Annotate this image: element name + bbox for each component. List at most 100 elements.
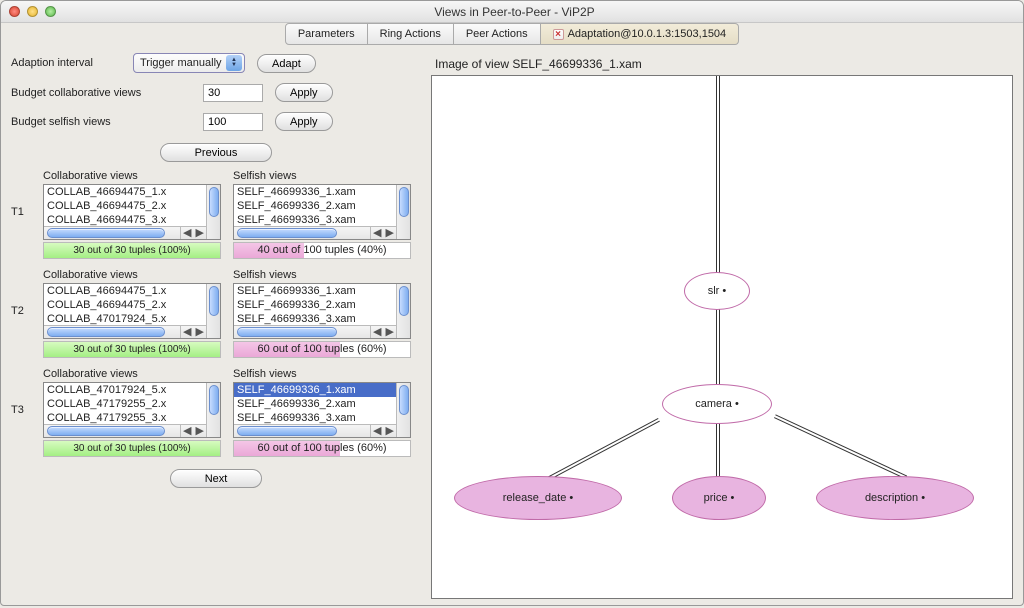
adaption-interval-select[interactable]: Trigger manually ▲▼ bbox=[133, 53, 245, 73]
left-panel: Adaption interval Trigger manually ▲▼ Ad… bbox=[11, 53, 421, 599]
list-item[interactable]: COLLAB_47017924_5.x bbox=[44, 383, 220, 397]
t1-self-list[interactable]: SELF_46699336_1.xam SELF_46699336_2.xam … bbox=[233, 184, 411, 240]
list-item[interactable]: COLLAB_47179255_3.x bbox=[44, 411, 220, 425]
node-label: slr • bbox=[708, 285, 727, 297]
t2-collab-status: 30 out of 30 tuples (100%) bbox=[43, 341, 221, 358]
list-item[interactable]: SELF_46699336_2.xam bbox=[234, 199, 410, 213]
list-item[interactable]: COLLAB_47017924_5.x bbox=[44, 312, 220, 326]
t2-group: T2 Collaborative views COLLAB_46694475_1… bbox=[11, 269, 421, 358]
right-panel: Image of view SELF_46699336_1.xam slr • … bbox=[431, 53, 1013, 599]
list-item[interactable]: COLLAB_46694475_3.x bbox=[44, 213, 220, 227]
adapt-button[interactable]: Adapt bbox=[257, 54, 316, 73]
t2-self-list[interactable]: SELF_46699336_1.xam SELF_46699336_2.xam … bbox=[233, 283, 411, 339]
node-label: description • bbox=[865, 492, 925, 504]
list-item[interactable]: SELF_46699336_3.xam bbox=[234, 411, 410, 425]
t3-self-list[interactable]: SELF_46699336_1.xam SELF_46699336_2.xam … bbox=[233, 382, 411, 438]
minimize-window-button[interactable] bbox=[27, 6, 38, 17]
budget-collab-input[interactable] bbox=[203, 84, 263, 102]
edge bbox=[545, 418, 660, 482]
vertical-scrollbar[interactable] bbox=[206, 383, 220, 437]
budget-self-label: Budget selfish views bbox=[11, 116, 191, 128]
list-item[interactable]: COLLAB_46694475_2.x bbox=[44, 298, 220, 312]
traffic-lights bbox=[9, 6, 56, 17]
node-price: price • bbox=[672, 476, 766, 520]
t3-collab-status: 30 out of 30 tuples (100%) bbox=[43, 440, 221, 457]
budget-collab-label: Budget collaborative views bbox=[11, 87, 191, 99]
list-item[interactable]: SELF_46699336_1.xam bbox=[234, 383, 410, 397]
node-label: release_date • bbox=[503, 492, 574, 504]
collab-header: Collaborative views bbox=[43, 170, 221, 182]
list-item[interactable]: COLLAB_46694475_1.x bbox=[44, 284, 220, 298]
adaption-label: Adaption interval bbox=[11, 57, 121, 69]
tab-label: Peer Actions bbox=[466, 28, 528, 40]
content-area: Adaption interval Trigger manually ▲▼ Ad… bbox=[1, 45, 1023, 601]
t2-collab-list[interactable]: COLLAB_46694475_1.x COLLAB_46694475_2.x … bbox=[43, 283, 221, 339]
t1-self-col: Selfish views SELF_46699336_1.xam SELF_4… bbox=[233, 170, 411, 259]
t3-group: T3 Collaborative views COLLAB_47017924_5… bbox=[11, 368, 421, 457]
edge bbox=[716, 308, 720, 388]
t3-self-col: Selfish views SELF_46699336_1.xam SELF_4… bbox=[233, 368, 411, 457]
close-window-button[interactable] bbox=[9, 6, 20, 17]
edge bbox=[716, 422, 720, 484]
node-label: price • bbox=[704, 492, 735, 504]
scroll-arrows[interactable]: ◀▶ bbox=[180, 226, 206, 239]
tab-bar: Parameters Ring Actions Peer Actions × A… bbox=[1, 23, 1023, 45]
tab-label: Parameters bbox=[298, 28, 355, 40]
window-title: Views in Peer-to-Peer - ViP2P bbox=[56, 5, 973, 19]
vertical-scrollbar[interactable] bbox=[396, 185, 410, 239]
scroll-arrows[interactable]: ◀▶ bbox=[370, 325, 396, 338]
t2-self-status: 60 out of 100 tuples (60%) bbox=[233, 341, 411, 358]
vertical-scrollbar[interactable] bbox=[206, 284, 220, 338]
tab-peer-actions[interactable]: Peer Actions bbox=[454, 23, 541, 45]
t3-collab-list[interactable]: COLLAB_47017924_5.x COLLAB_47179255_2.x … bbox=[43, 382, 221, 438]
tab-ring-actions[interactable]: Ring Actions bbox=[368, 23, 454, 45]
list-item[interactable]: SELF_46699336_1.xam bbox=[234, 284, 410, 298]
chevron-updown-icon: ▲▼ bbox=[226, 55, 242, 71]
tab-parameters[interactable]: Parameters bbox=[285, 23, 368, 45]
list-item[interactable]: SELF_46699336_2.xam bbox=[234, 298, 410, 312]
status-text: 40 out of 100 tuples (40%) bbox=[234, 243, 410, 258]
previous-row: Previous bbox=[11, 143, 421, 162]
previous-button[interactable]: Previous bbox=[160, 143, 273, 162]
list-item[interactable]: SELF_46699336_3.xam bbox=[234, 213, 410, 227]
edge bbox=[716, 76, 720, 274]
budget-collab-apply-button[interactable]: Apply bbox=[275, 83, 333, 102]
next-button[interactable]: Next bbox=[170, 469, 263, 488]
node-camera: camera • bbox=[662, 384, 772, 424]
view-diagram: slr • camera • release_date • price • de… bbox=[431, 75, 1013, 599]
tab-adaptation[interactable]: × Adaptation@10.0.1.3:1503,1504 bbox=[541, 23, 740, 45]
t1-self-status: 40 out of 100 tuples (40%) bbox=[233, 242, 411, 259]
list-item[interactable]: COLLAB_46694475_1.x bbox=[44, 185, 220, 199]
title-bar: Views in Peer-to-Peer - ViP2P bbox=[1, 1, 1023, 23]
t2-self-col: Selfish views SELF_46699336_1.xam SELF_4… bbox=[233, 269, 411, 358]
node-label: camera • bbox=[695, 398, 739, 410]
select-value: Trigger manually bbox=[140, 57, 222, 69]
t1-collab-list[interactable]: COLLAB_46694475_1.x COLLAB_46694475_2.x … bbox=[43, 184, 221, 240]
list-item[interactable]: SELF_46699336_2.xam bbox=[234, 397, 410, 411]
t1-group: T1 Collaborative views COLLAB_46694475_1… bbox=[11, 170, 421, 259]
vertical-scrollbar[interactable] bbox=[206, 185, 220, 239]
node-description: description • bbox=[816, 476, 974, 520]
self-header: Selfish views bbox=[233, 170, 411, 182]
budget-self-input[interactable] bbox=[203, 113, 263, 131]
scroll-arrows[interactable]: ◀▶ bbox=[180, 424, 206, 437]
t2-label: T2 bbox=[11, 269, 31, 317]
close-icon[interactable]: × bbox=[553, 29, 564, 40]
vertical-scrollbar[interactable] bbox=[396, 383, 410, 437]
list-item[interactable]: SELF_46699336_1.xam bbox=[234, 185, 410, 199]
collab-header: Collaborative views bbox=[43, 368, 221, 380]
list-item[interactable]: SELF_46699336_3.xam bbox=[234, 312, 410, 326]
list-item[interactable]: COLLAB_47179255_2.x bbox=[44, 397, 220, 411]
t3-label: T3 bbox=[11, 368, 31, 416]
vertical-scrollbar[interactable] bbox=[396, 284, 410, 338]
scroll-arrows[interactable]: ◀▶ bbox=[370, 424, 396, 437]
budget-self-row: Budget selfish views Apply bbox=[11, 112, 421, 131]
next-row: Next bbox=[11, 469, 421, 488]
scroll-arrows[interactable]: ◀▶ bbox=[180, 325, 206, 338]
list-item[interactable]: COLLAB_46694475_2.x bbox=[44, 199, 220, 213]
budget-self-apply-button[interactable]: Apply bbox=[275, 112, 333, 131]
scroll-arrows[interactable]: ◀▶ bbox=[370, 226, 396, 239]
status-text: 60 out of 100 tuples (60%) bbox=[234, 441, 410, 456]
edge bbox=[774, 414, 907, 479]
zoom-window-button[interactable] bbox=[45, 6, 56, 17]
